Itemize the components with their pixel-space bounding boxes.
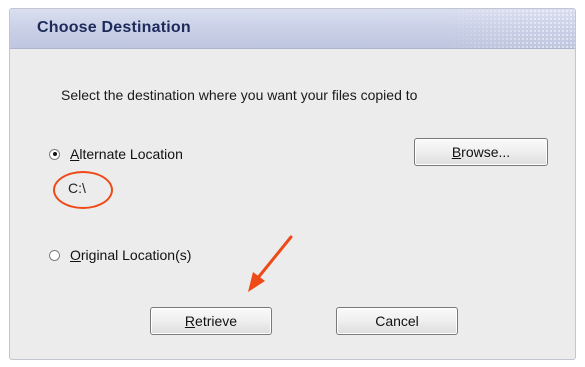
retrieve-button[interactable]: Retrieve: [150, 307, 272, 335]
cancel-button[interactable]: Cancel: [336, 307, 458, 335]
browse-button[interactable]: Browse...: [414, 138, 548, 166]
alternate-location-radio[interactable]: [49, 148, 60, 160]
annotation-arrow-icon: [248, 235, 293, 292]
original-location-label: Original Location(s): [70, 247, 192, 263]
alternate-location-label: Alternate Location: [70, 146, 183, 162]
original-location-option[interactable]: Original Location(s): [49, 247, 191, 263]
annotation-circle: [53, 171, 113, 209]
dialog-title: Choose Destination: [37, 19, 191, 36]
alternate-location-option[interactable]: Alternate Location: [49, 146, 183, 162]
instruction-text: Select the destination where you want yo…: [61, 87, 418, 103]
original-location-radio[interactable]: [49, 249, 60, 261]
dialog-title-bar: Choose Destination: [10, 9, 575, 49]
